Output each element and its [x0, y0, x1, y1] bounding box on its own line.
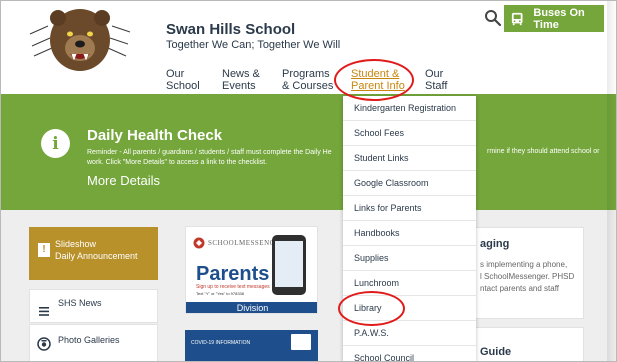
nav-programs-courses[interactable]: Programs & Courses	[282, 68, 333, 92]
list-icon	[39, 307, 49, 316]
alert-title: Daily Health Check	[87, 127, 223, 144]
nav-label-line1: Our	[425, 68, 444, 80]
browser-page: Swan Hills School Together We Can; Toget…	[0, 0, 617, 362]
site-header: Swan Hills School Together We Can; Toget…	[0, 0, 617, 94]
nav-label-line1: Our	[166, 68, 185, 80]
student-parent-info-dropdown: Kindergarten Registration School Fees St…	[343, 96, 476, 362]
menu-item-library[interactable]: Library	[343, 296, 476, 321]
phone-image	[272, 235, 306, 295]
phone-screen	[275, 241, 303, 287]
messaging-line: s implementing a phone,	[480, 260, 568, 269]
camera-icon	[37, 337, 51, 351]
menu-item-school-council[interactable]: School Council	[343, 346, 476, 362]
nav-label-line1: Student &	[351, 68, 400, 80]
division-logo-icon	[291, 334, 311, 350]
menu-item-supplies[interactable]: Supplies	[343, 246, 476, 271]
announcement-icon: !	[38, 243, 50, 257]
photo-galleries-label: Photo Galleries	[58, 335, 120, 345]
menu-item-google-classroom[interactable]: Google Classroom	[343, 171, 476, 196]
nav-label-line2: Events	[222, 80, 256, 92]
school-tagline: Together We Can; Together We Will	[166, 39, 341, 51]
nav-label-line1: Programs	[282, 68, 330, 80]
messaging-line: l SchoolMessenger. PHSD	[480, 272, 575, 281]
buses-on-time-label: Buses On Time	[533, 6, 585, 31]
menu-item-student-links[interactable]: Student Links	[343, 146, 476, 171]
nav-news-events[interactable]: News & Events	[222, 68, 260, 92]
parents-headline: Parents	[196, 263, 270, 285]
nav-label-line2: Staff	[425, 80, 448, 92]
buses-on-time-button[interactable]: Buses On Time	[504, 5, 604, 32]
division-label: Division	[186, 302, 317, 313]
school-name[interactable]: Swan Hills School	[166, 21, 295, 38]
alert-body-line2: work. Click "More Details" to access a l…	[87, 159, 268, 166]
menu-item-kindergarten-registration[interactable]: Kindergarten Registration	[343, 96, 476, 121]
bus-icon	[511, 12, 523, 25]
schoolmessenger-card[interactable]: SCHOOLMESSENGER Parents Sign up to recei…	[185, 226, 318, 314]
shs-news-label: SHS News	[58, 298, 102, 308]
menu-item-paws[interactable]: P.A.W.S.	[343, 321, 476, 346]
signup-text: Sign up to receive text messages	[196, 284, 270, 290]
nav-our-staff[interactable]: Our Staff	[425, 68, 447, 92]
more-details-link[interactable]: More Details	[87, 173, 160, 188]
messaging-title: aging	[480, 238, 510, 250]
slideshow-title: Slideshow	[55, 239, 97, 249]
covid-info-card[interactable]: COVID-19 INFORMATION	[185, 330, 318, 362]
alert-body: Reminder - All parents / guardians / stu…	[87, 148, 349, 168]
messaging-line: ntact parents and staff	[480, 284, 560, 293]
alert-banner: i Daily Health Check Reminder - All pare…	[0, 94, 617, 210]
photo-galleries-link[interactable]: Photo Galleries	[29, 324, 158, 362]
search-icon[interactable]	[484, 9, 502, 27]
nav-our-school[interactable]: Our School	[166, 68, 200, 92]
info-icon: i	[41, 129, 70, 158]
shs-news-link[interactable]: SHS News	[29, 289, 158, 323]
text-instruction: Text "Y" or "Yes" to 978338	[196, 291, 245, 296]
covid-info-label: COVID-19 INFORMATION	[191, 340, 251, 346]
nav-label-line2: & Courses	[282, 80, 334, 92]
nav-label-line2: Parent Info	[351, 80, 405, 92]
menu-item-school-fees[interactable]: School Fees	[343, 121, 476, 146]
content-area: ! Slideshow Daily Announcement SHS News …	[0, 210, 617, 362]
nav-label-line2: School	[166, 80, 200, 92]
guide-title: Guide	[480, 346, 512, 358]
bear-mascot-logo[interactable]	[28, 4, 132, 76]
menu-item-handbooks[interactable]: Handbooks	[343, 221, 476, 246]
alert-body-continued: rmine if they should attend school or	[487, 148, 600, 155]
nav-label-line1: News &	[222, 68, 260, 80]
alert-body-line1: Reminder - All parents / guardians / stu…	[87, 149, 332, 156]
schoolmessenger-logo-icon	[193, 237, 205, 249]
menu-item-lunchroom[interactable]: Lunchroom	[343, 271, 476, 296]
guide-card[interactable]: Guide	[465, 327, 584, 362]
nav-student-parent-info[interactable]: Student & Parent Info	[351, 68, 405, 92]
menu-item-links-for-parents[interactable]: Links for Parents	[343, 196, 476, 221]
messaging-card[interactable]: aging s implementing a phone, l SchoolMe…	[465, 227, 584, 319]
slideshow-button[interactable]: ! Slideshow Daily Announcement	[29, 227, 158, 280]
slideshow-subtitle: Daily Announcement	[55, 251, 138, 261]
